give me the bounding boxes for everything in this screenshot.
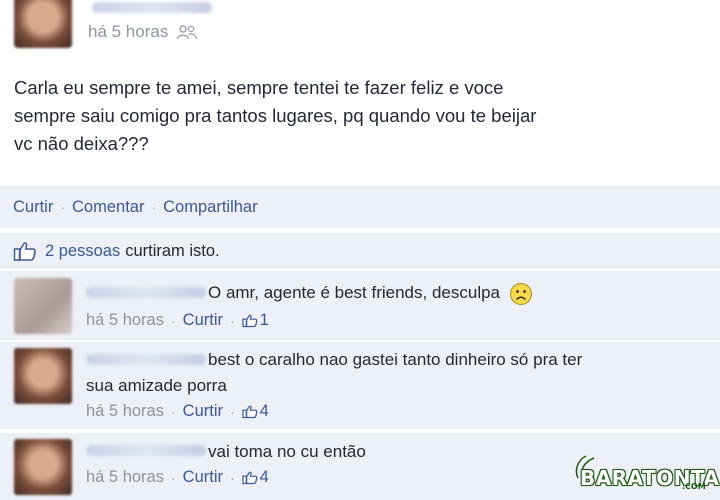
separator: ·	[170, 469, 176, 486]
separator: ·	[230, 312, 235, 329]
comment-timestamp[interactable]: há 5 horas	[86, 311, 164, 330]
comment-item: best o caralho nao gastei tanto dinheiro…	[0, 341, 720, 429]
comment-like-button[interactable]: Curtir	[183, 468, 223, 487]
comment-meta: há 5 horas · Curtir · 4	[86, 468, 269, 487]
comment-like-count[interactable]: 4	[260, 468, 269, 487]
comment-text-content: O amr, agente é best friends, desculpa	[208, 283, 501, 302]
comment-like-count[interactable]: 1	[260, 311, 269, 330]
separator: ·	[151, 199, 157, 215]
commenter-avatar[interactable]	[14, 278, 72, 334]
post-body: Carla eu sempre te amei, sempre tentei t…	[14, 77, 537, 154]
separator: ·	[230, 403, 235, 420]
share-button[interactable]: Compartilhar	[163, 198, 257, 217]
thumbs-up-icon	[242, 314, 257, 328]
comment-text: vai toma no cu então	[208, 442, 366, 461]
likes-text: curtiram isto.	[125, 241, 220, 260]
comment-meta: há 5 horas · Curtir · 4	[86, 402, 269, 421]
post-timestamp[interactable]: há 5 horas	[88, 22, 168, 42]
separator: ·	[170, 312, 176, 329]
thumbs-up-icon	[13, 242, 36, 261]
post-action-bar: Curtir · Comentar · Compartilhar	[0, 186, 720, 228]
likers-link[interactable]: 2 pessoas	[45, 242, 120, 261]
likes-summary: 2 pessoas curtiram isto.	[0, 233, 720, 269]
thumbs-up-icon	[242, 405, 257, 419]
commenter-name-redacted[interactable]	[86, 287, 206, 298]
comment-text: O amr, agente é best friends, desculpa	[208, 280, 533, 306]
comment-timestamp[interactable]: há 5 horas	[86, 402, 164, 421]
commenter-avatar[interactable]	[14, 348, 72, 404]
commenter-name-redacted[interactable]	[86, 445, 206, 456]
comment-item: O amr, agente é best friends, desculpa h…	[0, 270, 720, 340]
comment-like-button[interactable]: Curtir	[183, 402, 223, 421]
comment-meta: há 5 horas · Curtir · 1	[86, 311, 269, 330]
commenter-avatar[interactable]	[14, 439, 72, 495]
like-button[interactable]: Curtir	[13, 198, 53, 217]
separator: ·	[170, 403, 176, 420]
comment-like-button[interactable]: Curtir	[183, 311, 223, 330]
thumbs-up-icon	[242, 471, 257, 485]
site-watermark: BARATONTA .COM	[572, 452, 719, 498]
post-header: há 5 horas	[0, 0, 720, 55]
watermark-suffix: .COM	[682, 482, 706, 491]
author-avatar[interactable]	[14, 0, 72, 48]
comment-timestamp[interactable]: há 5 horas	[86, 468, 164, 487]
separator: ·	[230, 469, 235, 486]
friends-icon[interactable]	[176, 24, 198, 40]
author-name-redacted[interactable]	[92, 2, 212, 13]
sad-face-icon	[509, 282, 532, 305]
comment-button[interactable]: Comentar	[72, 198, 144, 217]
comment-text: best o caralho nao gastei tanto dinheiro…	[86, 350, 583, 395]
separator: ·	[60, 199, 66, 215]
comment-like-count[interactable]: 4	[260, 402, 269, 421]
post-meta: há 5 horas	[88, 22, 198, 42]
